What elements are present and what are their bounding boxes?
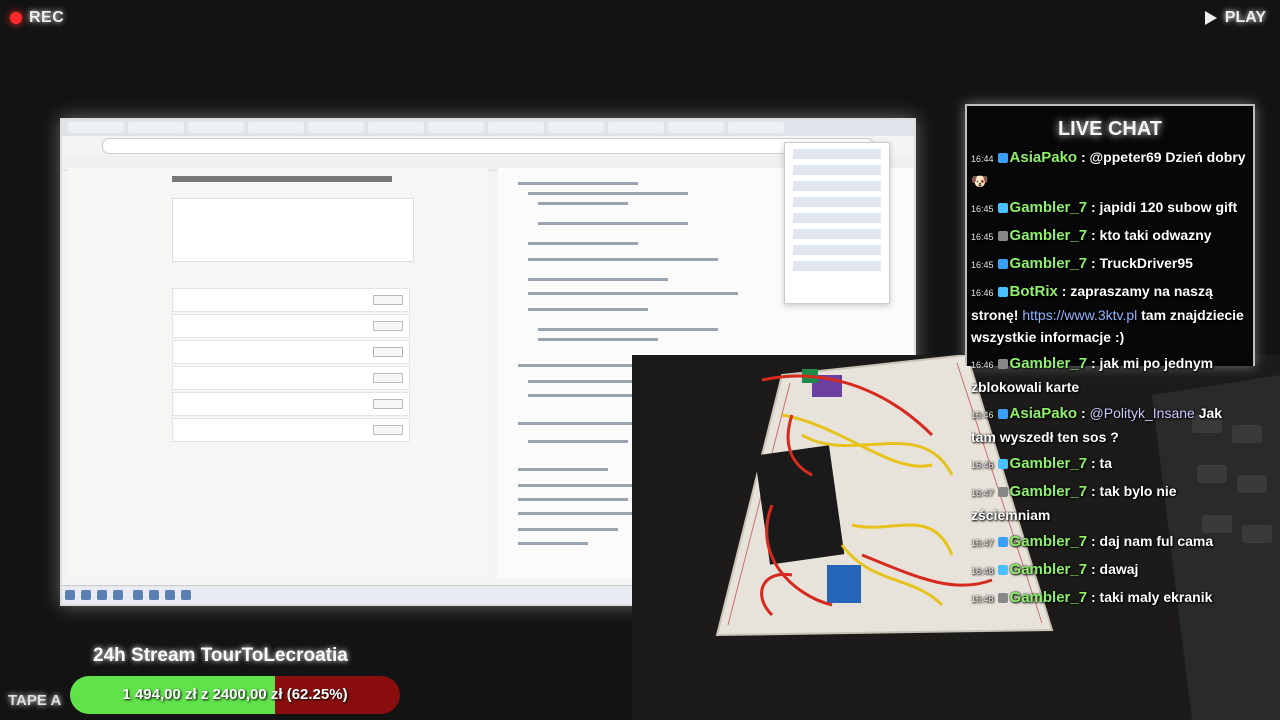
user-badge-icon xyxy=(997,153,1008,163)
chat-timestamp: 16:45 xyxy=(971,260,994,270)
chat-message: 16:46 Gambler_7 : ta xyxy=(971,455,1112,472)
rec-indicator: REC xyxy=(10,9,64,27)
chat-timestamp: 16:48 xyxy=(971,566,994,576)
downloads-panel xyxy=(784,142,890,304)
stream-title: 24h Stream TourToLecroatia xyxy=(93,645,348,666)
chat-text: kto taki odwazny xyxy=(1099,227,1212,243)
chat-message: 16:48 Gambler_7 : taki maly ekranik xyxy=(971,589,1213,606)
user-badge-icon xyxy=(997,231,1008,241)
chat-username[interactable]: Gambler_7 xyxy=(1010,255,1088,272)
chat-message: 16:46 Gambler_7 : jak mi po jednym zbloko… xyxy=(971,355,1214,395)
chat-username[interactable]: Gambler_7 xyxy=(1010,227,1088,244)
rec-label: REC xyxy=(29,9,65,26)
chat-text: taki maly ekranik xyxy=(1099,589,1213,605)
chat-username[interactable]: Gambler_7 xyxy=(1010,483,1088,500)
user-badge-icon xyxy=(997,565,1008,575)
record-dot-icon xyxy=(10,12,22,24)
donation-goal-text: 1 494,00 zł z 2400,00 zł (62.25%) xyxy=(122,686,348,703)
chat-title: LIVE CHAT xyxy=(1057,118,1163,140)
chat-username[interactable]: Gambler_7 xyxy=(1010,455,1088,472)
chat-text: daj nam ful cama xyxy=(1099,533,1214,549)
user-badge-icon xyxy=(997,487,1008,497)
chat-link[interactable]: https://www.3ktv.pl xyxy=(1022,307,1137,323)
chat-timestamp: 16:46 xyxy=(971,360,994,370)
chat-message: 16:44 AsiaPako : @ppeter69 Dzień dobry 🐶 xyxy=(971,149,1246,189)
chat-message: 16:46 AsiaPako : @Polityk_Insane Jak tam … xyxy=(971,405,1223,445)
user-badge-icon xyxy=(997,537,1008,547)
chat-message: 16:45 Gambler_7 : japidi 120 subow gift xyxy=(971,199,1238,216)
chat-message: 16:45 Gambler_7 : TruckDriver95 xyxy=(971,255,1193,272)
chat-timestamp: 16:45 xyxy=(971,232,994,242)
user-badge-icon xyxy=(997,203,1008,213)
chat-timestamp: 16:46 xyxy=(971,288,994,298)
chat-username[interactable]: BotRix xyxy=(1010,283,1058,300)
address-bar xyxy=(102,138,874,154)
chat-username[interactable]: Gambler_7 xyxy=(1010,355,1088,372)
user-badge-icon xyxy=(997,409,1008,419)
chat-messages: 16:44 AsiaPako : @ppeter69 Dzień dobry 🐶 1… xyxy=(971,146,1247,606)
user-badge-icon xyxy=(997,287,1008,297)
play-label: PLAY xyxy=(1224,9,1266,26)
conversation-pane xyxy=(68,168,488,578)
chat-username[interactable]: AsiaPako xyxy=(1010,405,1078,422)
chat-text: TruckDriver95 xyxy=(1099,255,1193,271)
chat-timestamp: 16:44 xyxy=(971,154,994,164)
user-badge-icon xyxy=(997,259,1008,269)
chat-username[interactable]: Gambler_7 xyxy=(1010,561,1088,578)
user-badge-icon xyxy=(997,459,1008,469)
chat-mention[interactable]: @Polityk_Insane xyxy=(1090,405,1199,421)
chat-username[interactable]: Gambler_7 xyxy=(1010,589,1088,606)
chat-timestamp: 16:48 xyxy=(971,594,994,604)
chat-text: dawaj xyxy=(1099,561,1139,577)
chat-username[interactable]: AsiaPako xyxy=(1010,149,1078,166)
chat-username[interactable]: Gambler_7 xyxy=(1010,533,1088,550)
browser-tabbar xyxy=(62,120,914,136)
tape-label: TAPE A xyxy=(8,692,62,709)
chat-timestamp: 16:47 xyxy=(971,538,994,548)
chat-message: 16:45 Gambler_7 : kto taki odwazny xyxy=(971,227,1212,244)
play-icon xyxy=(1204,11,1217,25)
chat-username[interactable]: Gambler_7 xyxy=(1010,199,1088,216)
play-indicator: PLAY xyxy=(1204,9,1266,27)
chat-timestamp: 16:46 xyxy=(971,460,994,470)
user-badge-icon xyxy=(997,359,1008,369)
user-badge-icon xyxy=(997,593,1008,603)
chat-text: japidi 120 subow gift xyxy=(1099,199,1238,215)
chat-timestamp: 16:47 xyxy=(971,488,994,498)
donation-goal-bar: 1 494,00 zł z 2400,00 zł (62.25%) xyxy=(70,676,400,714)
chat-message: 16:48 Gambler_7 : dawaj xyxy=(971,561,1139,578)
chat-message: 16:46 BotRix : zapraszamy na naszą stronę… xyxy=(971,283,1244,345)
chat-text: ta xyxy=(1099,455,1112,471)
chat-message: 16:47 Gambler_7 : tak bylo nie zściemniam xyxy=(971,483,1177,523)
chat-timestamp: 16:45 xyxy=(971,204,994,214)
chat-message: 16:47 Gambler_7 : daj nam ful cama xyxy=(971,533,1214,550)
chat-timestamp: 16:46 xyxy=(971,410,994,420)
